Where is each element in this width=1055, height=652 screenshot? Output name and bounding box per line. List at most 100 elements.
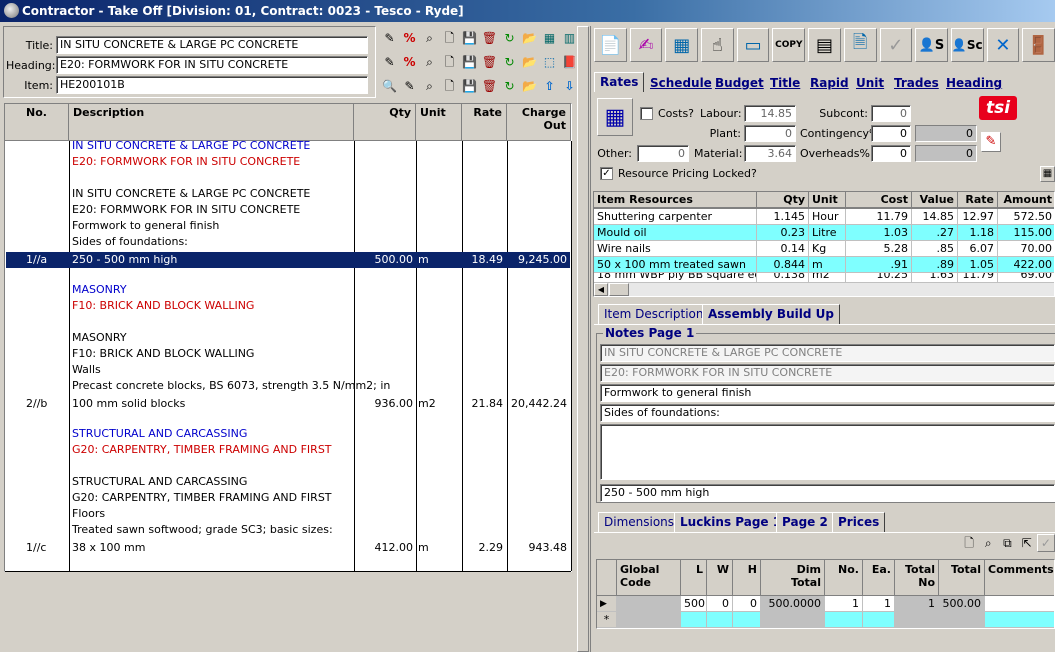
table-row-new[interactable]: * bbox=[597, 612, 1054, 628]
edit-heading-icon[interactable]: ✎ bbox=[380, 52, 399, 71]
table-row-selected[interactable]: 1//a 250 - 500 mm high 500.00 m 18.49 9,… bbox=[6, 252, 570, 268]
notes-icon[interactable]: ▤ bbox=[808, 28, 841, 62]
open-folder-icon[interactable]: 📂 bbox=[520, 28, 539, 47]
save-icon[interactable]: 💾 bbox=[460, 76, 479, 95]
table-row[interactable]: 2//b 100 mm solid blocks 936.00 m2 21.84… bbox=[6, 396, 570, 412]
col-comments[interactable]: Comments bbox=[985, 560, 1054, 596]
dim-no[interactable] bbox=[825, 612, 863, 628]
dim-code[interactable] bbox=[617, 612, 681, 628]
plant-field[interactable]: 0 bbox=[744, 125, 796, 142]
dim-h[interactable] bbox=[733, 612, 761, 628]
refresh-icon[interactable]: ↻ bbox=[500, 52, 519, 71]
table-row[interactable]: Mould oil 0.23 Litre 1.03 .27 1.18 115.0… bbox=[594, 225, 1054, 241]
costs-checkbox[interactable] bbox=[640, 107, 653, 120]
dim-no[interactable]: 1 bbox=[825, 596, 863, 612]
notes-line-1[interactable]: IN SITU CONCRETE & LARGE PC CONCRETE bbox=[600, 344, 1055, 362]
copy-icon[interactable]: COPY bbox=[772, 28, 806, 62]
tab-item-description[interactable]: Item Description bbox=[598, 304, 710, 324]
tab-heading[interactable]: Heading bbox=[946, 76, 1002, 90]
tab-prices[interactable]: Prices bbox=[832, 512, 886, 532]
rates-grid-icon[interactable]: ▦ bbox=[597, 98, 633, 136]
table-row[interactable]: 50 x 100 mm treated sawn 0.844 m .91 .89… bbox=[594, 257, 1054, 273]
open-folder-icon[interactable]: 📂 bbox=[520, 76, 539, 95]
table-row[interactable]: ▶ 500 0 0 500.0000 1 1 1 500.00 bbox=[597, 596, 1054, 612]
zoom-icon[interactable]: 🔍 bbox=[380, 76, 399, 95]
refresh-icon[interactable]: ↻ bbox=[500, 76, 519, 95]
col-ea[interactable]: Ea. bbox=[863, 560, 895, 596]
subcontractor-icon[interactable]: 👤Sc bbox=[950, 28, 984, 62]
save-icon[interactable]: 💾 bbox=[460, 52, 479, 71]
open-folder-icon[interactable]: 📂 bbox=[520, 52, 539, 71]
supplier-icon[interactable]: 👤S bbox=[915, 28, 948, 62]
resize-icon[interactable]: ⇱ bbox=[1018, 534, 1036, 552]
binoculars-icon[interactable]: ⌕ bbox=[979, 534, 997, 552]
col-description[interactable]: Description bbox=[69, 104, 354, 140]
col-res-amount[interactable]: Amount bbox=[998, 192, 1054, 208]
binoculars-icon[interactable]: ⌕ bbox=[420, 52, 439, 71]
dim-code[interactable] bbox=[617, 596, 681, 612]
title-field[interactable]: IN SITU CONCRETE & LARGE PC CONCRETE bbox=[56, 36, 368, 54]
table-row[interactable]: 18 mm WBP ply BB square edge 0.138 m2 10… bbox=[594, 273, 1054, 282]
tab-schedule[interactable]: Schedule bbox=[650, 76, 712, 90]
calendar-icon[interactable]: ▦ bbox=[665, 28, 699, 62]
table-row[interactable]: Shuttering carpenter 1.145 Hour 11.79 14… bbox=[594, 209, 1054, 225]
col-res-unit[interactable]: Unit bbox=[809, 192, 846, 208]
subcont-field[interactable]: 0 bbox=[871, 105, 911, 122]
col-no[interactable]: No. bbox=[5, 104, 69, 140]
edit-title-icon[interactable]: ✎ bbox=[380, 28, 399, 47]
tab-page-2[interactable]: Page 2 bbox=[776, 512, 834, 532]
overheads-field[interactable]: 0 bbox=[871, 145, 911, 162]
col-l[interactable]: L bbox=[681, 560, 707, 596]
document-globe-icon[interactable]: 🗎 bbox=[843, 28, 877, 62]
contingency-field[interactable]: 0 bbox=[871, 125, 911, 142]
material-field[interactable]: 3.64 bbox=[744, 145, 796, 162]
notes-line-3[interactable]: Formwork to general finish bbox=[600, 384, 1055, 402]
new-doc-icon[interactable]: 🗋 bbox=[440, 28, 459, 47]
edit-item-icon[interactable]: ✎ bbox=[400, 76, 419, 95]
dim-w[interactable]: 0 bbox=[707, 596, 733, 612]
scroll-thumb[interactable] bbox=[609, 283, 629, 296]
dim-l[interactable]: 500 bbox=[681, 596, 707, 612]
col-qty[interactable]: Qty bbox=[354, 104, 416, 140]
horizontal-scrollbar[interactable]: ◀ bbox=[594, 282, 1054, 296]
delete-icon[interactable]: 🗑 bbox=[480, 76, 499, 95]
arrow-up-icon[interactable]: ⇧ bbox=[540, 76, 559, 95]
other-field[interactable]: 0 bbox=[637, 145, 689, 162]
col-res-rate[interactable]: Rate bbox=[958, 192, 998, 208]
col-unit[interactable]: Unit bbox=[416, 104, 462, 140]
tab-trades[interactable]: Trades bbox=[894, 76, 939, 90]
exit-door-icon[interactable]: 🚪 bbox=[1022, 28, 1055, 62]
col-total[interactable]: Total bbox=[939, 560, 985, 596]
notes-last-line[interactable]: 250 - 500 mm high bbox=[600, 484, 1055, 502]
window-icon[interactable]: ▭ bbox=[736, 28, 770, 62]
col-total-no[interactable]: Total No bbox=[895, 560, 939, 596]
resource-locked-checkbox[interactable]: ✓ bbox=[600, 167, 613, 180]
col-res-qty[interactable]: Qty bbox=[757, 192, 809, 208]
dim-l[interactable] bbox=[681, 612, 707, 628]
binoculars-icon[interactable]: ⌕ bbox=[420, 28, 439, 47]
col-res-cost[interactable]: Cost bbox=[846, 192, 912, 208]
scroll-left-icon[interactable]: ◀ bbox=[594, 283, 608, 296]
notes-textarea[interactable] bbox=[600, 424, 1055, 480]
dim-ea[interactable]: 1 bbox=[863, 596, 895, 612]
tab-unit[interactable]: Unit bbox=[856, 76, 884, 90]
dim-comments[interactable] bbox=[985, 612, 1054, 628]
splitter[interactable] bbox=[577, 26, 589, 652]
dim-comments[interactable] bbox=[985, 596, 1054, 612]
percent-icon[interactable]: % bbox=[400, 52, 419, 71]
table-row[interactable]: Wire nails 0.14 Kg 5.28 .85 6.07 70.00 bbox=[594, 241, 1054, 257]
new-doc-icon[interactable]: 🗋 bbox=[440, 76, 459, 95]
eraser-icon[interactable]: ⬚ bbox=[540, 52, 559, 71]
labour-field[interactable]: 14.85 bbox=[744, 105, 796, 122]
percent-icon[interactable]: % bbox=[400, 28, 419, 47]
delete-icon[interactable]: 🗑 bbox=[480, 28, 499, 47]
tab-rates[interactable]: Rates bbox=[594, 72, 645, 92]
col-dim-total[interactable]: Dim Total bbox=[761, 560, 825, 596]
check-disabled-icon[interactable]: ✓ bbox=[879, 28, 913, 62]
col-item-resources[interactable]: Item Resources bbox=[594, 192, 757, 208]
save-icon[interactable]: 💾 bbox=[460, 28, 479, 47]
dim-h[interactable]: 0 bbox=[733, 596, 761, 612]
edit-rate-icon[interactable]: ✎ bbox=[981, 132, 1001, 152]
tab-budget[interactable]: Budget bbox=[715, 76, 764, 90]
col-w[interactable]: W bbox=[707, 560, 733, 596]
